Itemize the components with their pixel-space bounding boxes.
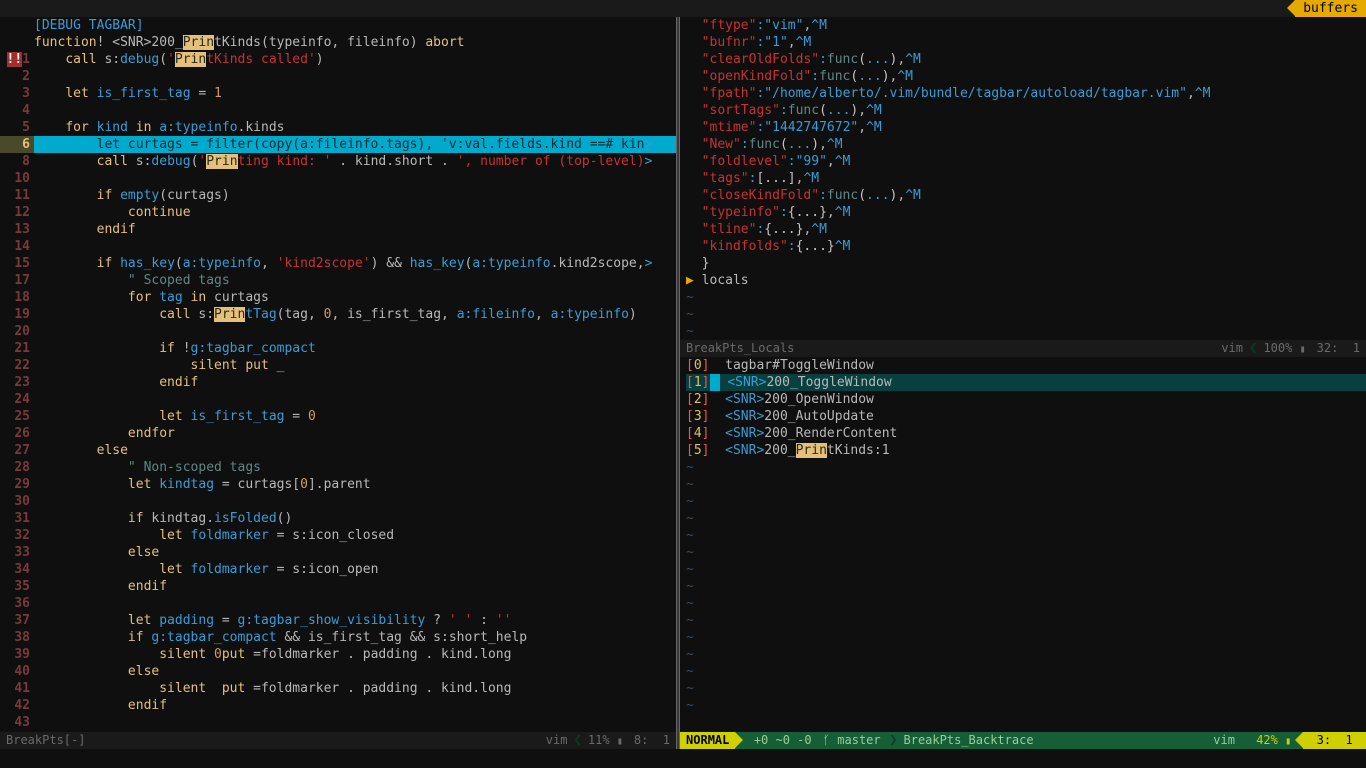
git-hunks: +0 ~0 -0 (735, 732, 815, 749)
code-line[interactable]: call s:debug('Printing kind: ' . kind.sh… (34, 153, 676, 170)
locals-entry: "foldlevel":"99",^M (686, 153, 1366, 170)
locals-entry: "fpath":"/home/alberto/.vim/bundle/tagba… (686, 85, 1366, 102)
locals-statusline: BreakPts_Locals vim ❮ 100% ▮ 32: 1 (680, 340, 1366, 357)
locals-entry: "typeinfo":{...},^M (686, 204, 1366, 221)
locals-content: "ftype":"vim",^M "bufnr":"1",^M "clearOl… (680, 17, 1366, 340)
code-line[interactable]: endif (34, 374, 676, 391)
locals-pane[interactable]: "ftype":"vim",^M "bufnr":"1",^M "clearOl… (680, 17, 1366, 357)
backtrace-pane[interactable]: [0] tagbar#ToggleWindow[1] <SNR>200_Togg… (680, 357, 1366, 749)
code-line[interactable]: endif (34, 697, 676, 714)
code-line[interactable]: else (34, 544, 676, 561)
status-line-col: 8: 1 (628, 732, 676, 749)
code-line[interactable]: function! <SNR>200_PrintKinds(typeinfo, … (34, 34, 676, 51)
backtrace-frame[interactable]: [3] <SNR>200_AutoUpdate (686, 408, 1366, 425)
locals-entry: "bufnr":"1",^M (686, 34, 1366, 51)
tabline-right-label[interactable]: buffers (1295, 0, 1366, 17)
locals-entry: "ftype":"vim",^M (686, 17, 1366, 34)
backtrace-frame[interactable]: [5] <SNR>200_PrintKinds:1 (686, 442, 1366, 459)
code-line[interactable] (34, 493, 676, 510)
code-line[interactable]: for tag in curtags (34, 289, 676, 306)
code-line[interactable]: else (34, 663, 676, 680)
code-line[interactable]: if has_key(a:typeinfo, 'kind2scope') && … (34, 255, 676, 272)
code-line[interactable] (34, 714, 676, 731)
backtrace-frame[interactable]: [1] <SNR>200_ToggleWindow (686, 374, 1366, 391)
code-line[interactable]: let foldmarker = s:icon_closed (34, 527, 676, 544)
locals-entry: "sortTags":func(...),^M (686, 102, 1366, 119)
code-line[interactable] (34, 68, 676, 85)
code-line[interactable]: if g:tagbar_compact && is_first_tag && s… (34, 629, 676, 646)
code-line[interactable]: let foldmarker = s:icon_open (34, 561, 676, 578)
code-line[interactable]: silent 0put =foldmarker . padding . kind… (34, 646, 676, 663)
active-statusline: NORMAL +0 ~0 -0 ᚶ master ❯ BreakPts_Back… (680, 732, 1366, 749)
locals-status-pct: 100% ▮ (1257, 340, 1310, 358)
code-line[interactable]: let is_first_tag = 1 (34, 85, 676, 102)
locals-status-ft: vim (1215, 340, 1249, 357)
code-line[interactable]: else (34, 442, 676, 459)
code-line[interactable]: call s:debug('PrintKinds called') (34, 51, 676, 68)
locals-status-file: BreakPts_Locals (680, 340, 800, 357)
code-line[interactable]: endfor (34, 425, 676, 442)
code-line[interactable]: if empty(curtags) (34, 187, 676, 204)
code-line[interactable] (34, 238, 676, 255)
code-line[interactable]: endif (34, 221, 676, 238)
code-line[interactable]: let padding = g:tagbar_show_visibility ?… (34, 612, 676, 629)
code-line[interactable]: endif (34, 578, 676, 595)
code-area[interactable]: [DEBUG TAGBAR]function! <SNR>200_PrintKi… (34, 17, 676, 731)
code-line[interactable]: silent put _ (34, 357, 676, 374)
code-line[interactable]: let is_first_tag = 0 (34, 408, 676, 425)
code-line[interactable]: " Scoped tags (34, 272, 676, 289)
locals-entry: "tags":[...],^M (686, 170, 1366, 187)
left-statusline: BreakPts[-] vim ❮ 11% ▮ 8: 1 (0, 732, 676, 749)
debug-function-pane[interactable]: !!12345681011121314151718192021222324252… (0, 17, 676, 749)
backtrace-content: [0] tagbar#ToggleWindow[1] <SNR>200_Togg… (680, 357, 1366, 714)
backtrace-frame[interactable]: [4] <SNR>200_RenderContent (686, 425, 1366, 442)
main-split: !!12345681011121314151718192021222324252… (0, 17, 1366, 749)
code-line[interactable] (34, 595, 676, 612)
locals-entry: "New":func(...),^M (686, 136, 1366, 153)
locals-entry: "tline":{...},^M (686, 221, 1366, 238)
backtrace-frame[interactable]: [0] tagbar#ToggleWindow (686, 357, 1366, 374)
line-number-gutter: !!12345681011121314151718192021222324252… (0, 17, 34, 731)
code-line[interactable]: " Non-scoped tags (34, 459, 676, 476)
code-line[interactable]: silent put =foldmarker . padding . kind.… (34, 680, 676, 697)
code-line[interactable] (34, 391, 676, 408)
backtrace-frame[interactable]: [2] <SNR>200_OpenWindow (686, 391, 1366, 408)
locals-status-line-col: 32: 1 (1311, 340, 1366, 357)
active-status-pct: 42% ▮ (1243, 732, 1303, 750)
code-line[interactable]: let curtags = filter(copy(a:fileinfo.tag… (34, 136, 676, 153)
code-line[interactable] (34, 323, 676, 340)
code-line[interactable]: if !g:tagbar_compact (34, 340, 676, 357)
code-line[interactable]: if kindtag.isFolded() (34, 510, 676, 527)
locals-entry: "mtime":"1442747672",^M (686, 119, 1366, 136)
locals-entry: "closeKindFold":func(...),^M (686, 187, 1366, 204)
locals-entry: "openKindFold":func(...),^M (686, 68, 1366, 85)
active-status-file: BreakPts_Backtrace (898, 732, 1040, 749)
locals-fold[interactable]: ▶ locals (686, 272, 1366, 289)
command-line[interactable] (0, 749, 1366, 766)
locals-entry: "kindfolds":{...}^M (686, 238, 1366, 255)
code-line[interactable]: continue (34, 204, 676, 221)
mode-indicator: NORMAL (680, 732, 735, 749)
status-percent: 11% ▮ (582, 732, 628, 750)
tabline: buffers (0, 0, 1366, 17)
code-line[interactable] (34, 170, 676, 187)
status-filetype: vim (540, 732, 574, 749)
locals-entry: "clearOldFolds":func(...),^M (686, 51, 1366, 68)
code-line[interactable] (34, 102, 676, 119)
active-status-line-col: 3: 1 (1303, 732, 1366, 749)
git-branch: ᚶ master (816, 732, 881, 749)
status-file: BreakPts[-] (0, 732, 91, 749)
right-column: "ftype":"vim",^M "bufnr":"1",^M "clearOl… (680, 17, 1366, 749)
code-line[interactable]: call s:PrintTag(tag, 0, is_first_tag, a:… (34, 306, 676, 323)
code-line[interactable]: let kindtag = curtags[0].parent (34, 476, 676, 493)
code-line[interactable]: for kind in a:typeinfo.kinds (34, 119, 676, 136)
